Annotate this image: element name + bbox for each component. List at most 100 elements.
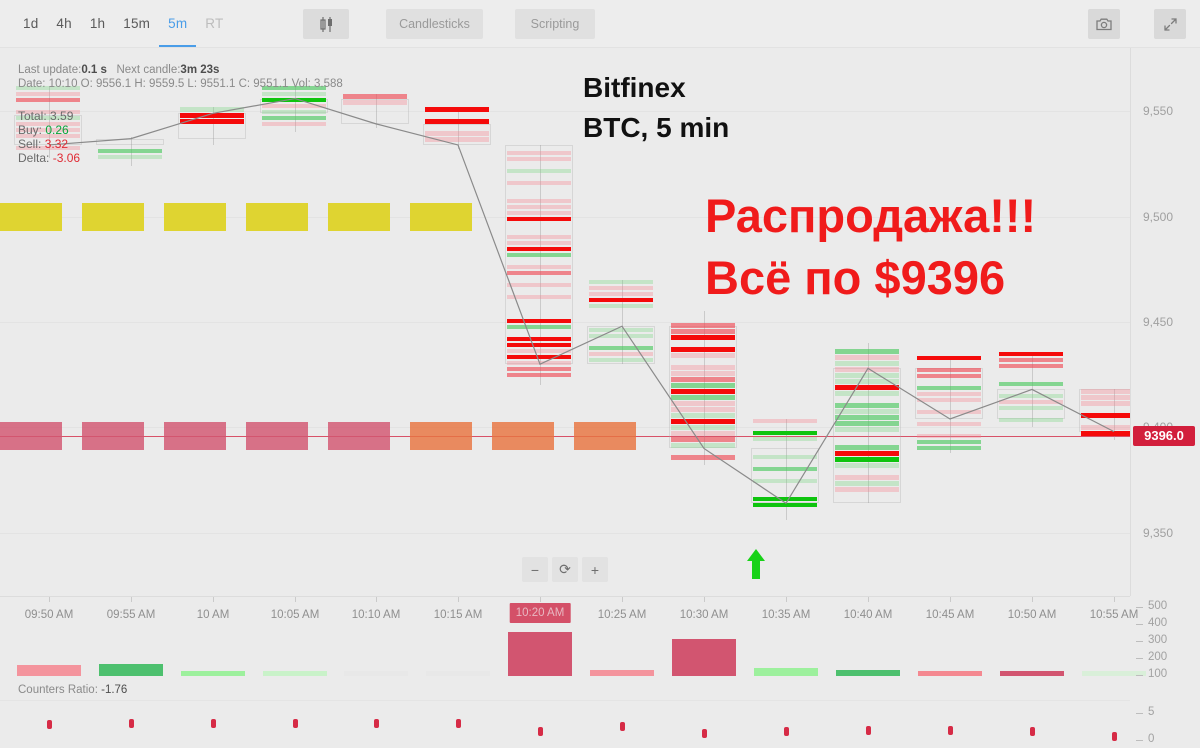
footprint-row [425,107,489,112]
footprint-candle[interactable] [178,107,248,145]
footprint-row [671,455,735,460]
footprint-row [671,437,735,442]
ohlc-info: Date: 10:10 O: 9556.1 H: 9559.5 L: 9551.… [18,78,343,90]
footprint-row [917,385,981,391]
volume-panel[interactable] [0,632,1146,680]
footprint-candle[interactable] [423,107,493,150]
time-tick [704,597,705,602]
delta-dot [211,718,216,728]
fullscreen-button[interactable] [1154,9,1186,39]
scripting-button[interactable]: Scripting [515,9,595,39]
footprint-row [262,115,326,121]
time-tick [458,597,459,602]
footprint-row [589,297,653,303]
footprint-row [671,323,735,328]
price-chart-canvas[interactable] [0,48,1147,596]
footprint-row [835,409,899,414]
time-tick-label: 10:35 AM [761,609,811,621]
footprint-candle[interactable] [833,343,903,504]
delta-dot [129,718,134,728]
price-tick-label: 9,550 [1143,104,1174,119]
footprint-candle[interactable] [997,351,1067,428]
footprint-row [753,418,817,424]
timeframe-15m[interactable]: 15m [114,1,159,47]
time-tick-label: 09:50 AM [24,609,74,621]
next-candle-label: Next candle: [116,64,181,76]
footprint-candle[interactable] [915,355,985,453]
footprint-row [507,240,571,246]
volume-bar [99,664,163,676]
footprint-row [671,347,735,352]
point-of-control-red [246,421,308,450]
footprint-row [507,342,571,348]
zoom-controls[interactable]: − ⟳ + [522,557,608,582]
footprint-row [589,279,653,285]
footprint-row [262,91,326,97]
candlestick-icon-button[interactable] [303,9,349,39]
footprint-row [671,365,735,370]
stat-sell: Sell: 3.32 [18,137,80,151]
footprint-row [507,150,571,156]
footprint-row [835,427,899,432]
time-axis[interactable]: 09:50 AM 09:55 AM 10 AM 10:05 AM 10:10 AM 10:… [0,596,1138,632]
footprint-candle[interactable] [96,136,166,167]
footprint-row [671,395,735,400]
delta-dot [538,727,543,736]
delta-dot [948,725,953,735]
time-tick [622,597,623,602]
footprint-candle[interactable] [341,94,411,129]
zoom-reset-button[interactable]: ⟳ [552,557,578,582]
time-tick-label: 10:10 AM [351,609,401,621]
footprint-row [917,367,981,373]
footprint-row [999,351,1063,356]
timeframe-rt[interactable]: RT [196,1,232,47]
time-tick [540,597,541,602]
timeframe-5m[interactable]: 5m [159,1,197,47]
volume-axis-dash [1136,641,1143,642]
camera-icon [1096,18,1112,31]
current-price-badge: 9396.0 [1133,425,1195,446]
zoom-out-button[interactable]: − [522,557,548,582]
last-update-value: 0.1 s [81,64,107,76]
exchange-name: Bitfinex [583,72,686,103]
candlesticks-button[interactable]: Candlesticks [386,9,483,39]
footprint-candle[interactable] [505,144,575,386]
footprint-candle[interactable] [587,279,657,365]
volume-axis: 50040030020010050-5 [1130,596,1200,748]
zoom-in-button[interactable]: + [582,557,608,582]
stat-delta-label: Delta: [18,151,50,165]
footprint-row [507,210,571,216]
footprint-row [671,413,735,418]
stat-sell-label: Sell: [18,137,42,151]
delta-dot [456,718,461,728]
footprint-row [671,383,735,388]
delta-dot [620,722,625,732]
footprint-row [753,502,817,508]
timeframe-4h[interactable]: 4h [47,1,80,47]
footprint-row [589,327,653,333]
next-candle-value: 3m 23s [180,64,220,76]
timeframe-1d[interactable]: 1d [14,1,47,47]
time-tick-label: 09:55 AM [106,609,156,621]
screenshot-button[interactable] [1088,9,1120,39]
volume-bar [426,671,490,676]
footprint-row [180,107,244,112]
time-tick [295,597,296,602]
footprint-row [507,234,571,240]
high-volume-node-yellow [0,202,62,231]
time-tick [868,597,869,602]
footprint-candle[interactable] [751,418,821,521]
footprint-candle[interactable] [260,85,330,133]
delta-dots-panel[interactable] [0,700,1130,748]
time-tick-label: 10:20 AM [509,603,571,623]
point-of-control-red [0,421,62,450]
footprint-row [917,433,981,439]
time-tick-label: 10 AM [196,609,230,621]
footprint-candle[interactable] [669,311,739,466]
timeframe-selector[interactable]: 1d 4h 1h 15m 5m RT [14,0,232,48]
footprint-row [425,131,489,136]
price-axis[interactable]: 9,5509,5009,4509,4009,3509396.0 [1130,48,1200,596]
footprint-row [589,351,653,357]
timeframe-1h[interactable]: 1h [81,1,114,47]
footprint-row [835,349,899,354]
